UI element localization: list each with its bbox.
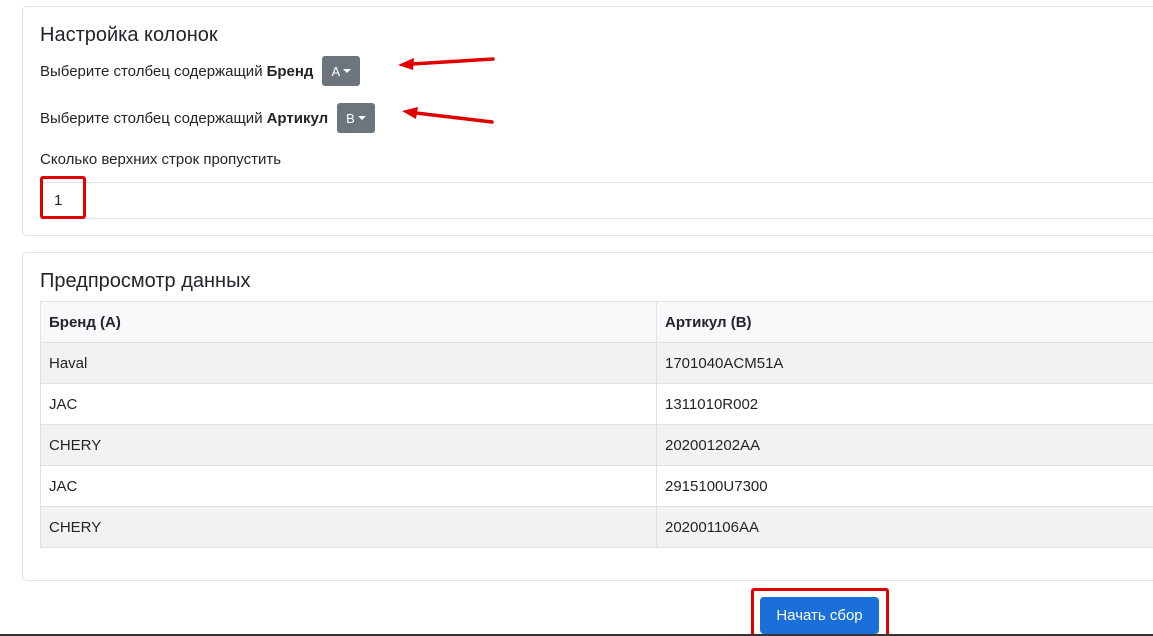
brand-column-label-bold: Бренд: [266, 62, 314, 80]
article-column-row: Выберите столбец содержащий Артикул B: [40, 102, 375, 134]
data-preview-title: Предпросмотр данных: [40, 270, 251, 292]
data-preview-card: Предпросмотр данных Бренд (A) Артикул (B…: [22, 252, 1153, 581]
caret-down-icon: [343, 69, 352, 73]
table-cell-brand: JAC: [40, 383, 657, 425]
table-cell-article: 1701040ACM51A: [656, 342, 1153, 384]
article-column-label: Выберите столбец содержащий: [40, 109, 263, 127]
table-cell-brand: CHERY: [40, 424, 657, 466]
table-row: JAC 1311010R002: [40, 383, 1153, 425]
article-column-value: B: [346, 110, 355, 126]
column-settings-title: Настройка колонок: [40, 24, 218, 46]
brand-column-row: Выберите столбец содержащий Бренд A: [40, 55, 361, 87]
brand-column-label: Выберите столбец содержащий: [40, 62, 263, 80]
table-cell-brand: CHERY: [40, 506, 657, 548]
skip-rows-input[interactable]: 1: [40, 182, 1153, 219]
article-column-dropdown[interactable]: B: [337, 103, 375, 133]
brand-column-value: A: [331, 63, 341, 79]
table-row: Haval 1701040ACM51A: [40, 342, 1153, 384]
caret-down-icon: [357, 116, 366, 120]
table-header-row: Бренд (A) Артикул (B): [40, 301, 1153, 343]
column-header: Бренд (A): [40, 301, 657, 343]
table-cell-article: 202001202AA: [656, 424, 1153, 466]
table-cell-article: 202001106AA: [656, 506, 1153, 548]
table-row: JAC 2915100U7300: [40, 465, 1153, 507]
skip-rows-label: Сколько верхних строк пропустить: [40, 151, 282, 168]
table-cell-article: 1311010R002: [656, 383, 1153, 425]
article-column-label-bold: Артикул: [266, 109, 329, 127]
table-row: CHERY 202001202AA: [40, 424, 1153, 466]
table-row: CHERY 202001106AA: [40, 506, 1153, 548]
column-settings-card: Настройка колонок Выберите столбец содер…: [22, 6, 1153, 236]
table-cell-article: 2915100U7300: [656, 465, 1153, 507]
start-collection-button[interactable]: Начать сбор: [760, 597, 879, 634]
brand-column-dropdown[interactable]: A: [322, 56, 361, 86]
table-cell-brand: Haval: [40, 342, 657, 384]
column-header: Артикул (B): [656, 301, 1153, 343]
table-cell-brand: JAC: [40, 465, 657, 507]
preview-table: Бренд (A) Артикул (B) Haval 1701040ACM51…: [40, 301, 1153, 548]
